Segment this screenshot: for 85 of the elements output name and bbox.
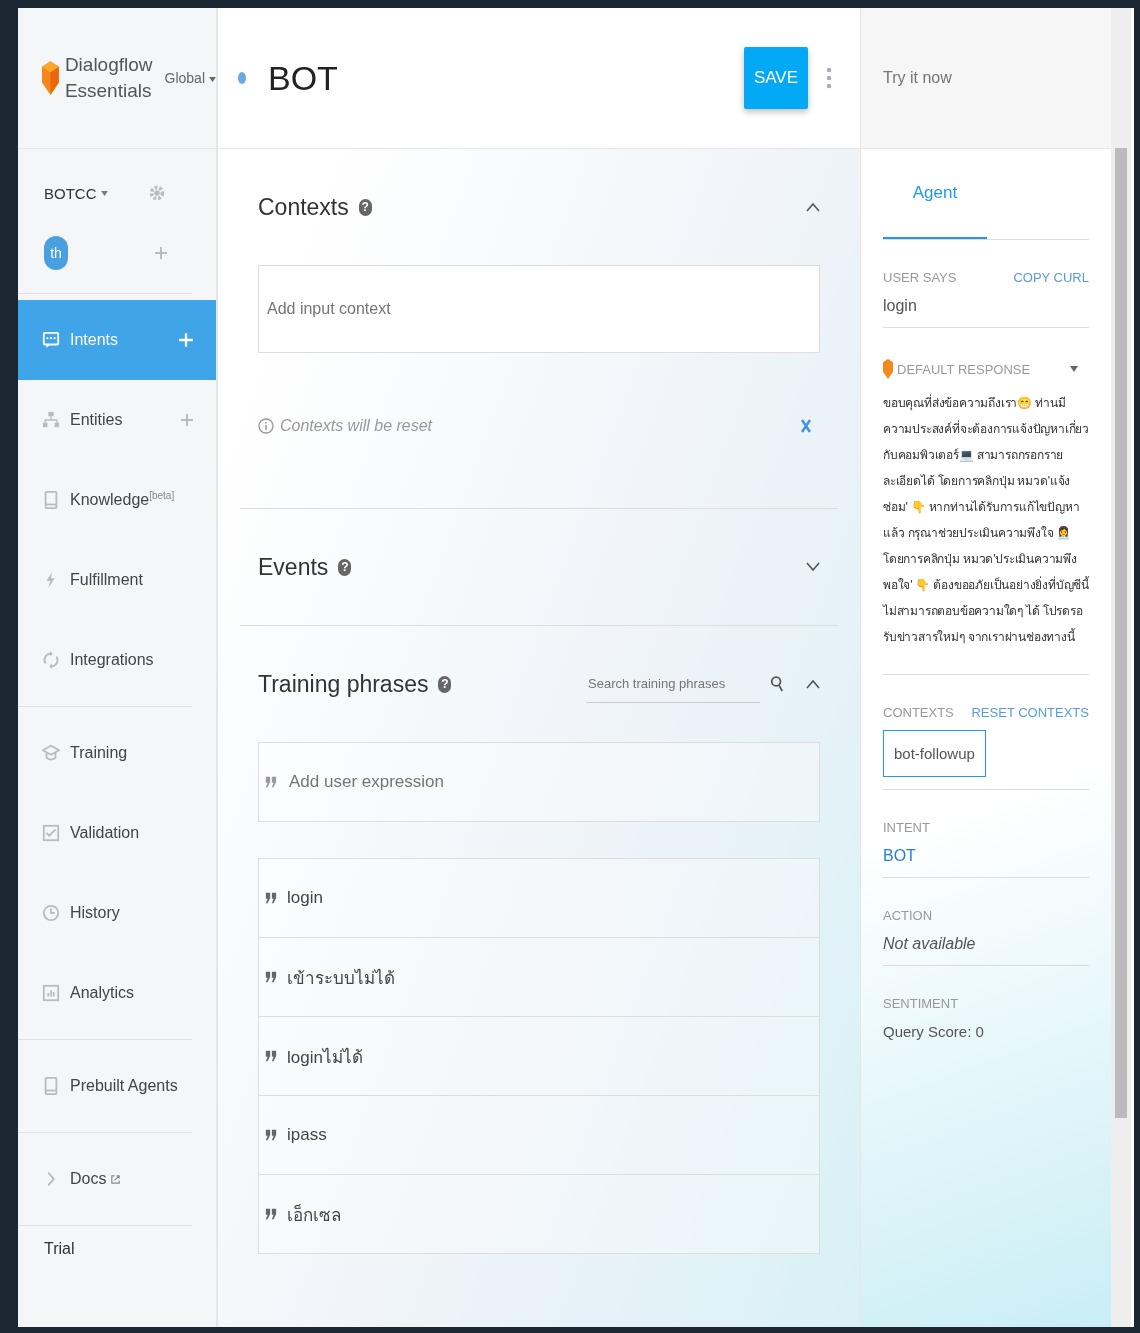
sidebar-label: Intents: [70, 331, 119, 349]
sync-icon: [42, 650, 60, 670]
logo-icon: [883, 358, 893, 380]
help-icon[interactable]: ?: [438, 675, 452, 693]
caret-icon: [209, 76, 216, 82]
cap-icon: [42, 743, 60, 763]
training-phrase[interactable]: เข้าระบบไม่ได้: [287, 963, 395, 991]
field-label: DEFAULT RESPONSE: [897, 361, 1031, 377]
help-icon[interactable]: ?: [358, 198, 372, 216]
quote-icon: [265, 971, 277, 983]
sidebar-label: Analytics: [70, 984, 135, 1002]
add-icon[interactable]: [180, 413, 194, 427]
quote-icon: [265, 1050, 277, 1062]
context-input[interactable]: Add input context: [258, 265, 820, 353]
info-icon: [258, 417, 274, 434]
sidebar-item[interactable]: Validation: [18, 793, 216, 873]
add-language-button[interactable]: [154, 246, 168, 260]
response-text: ขอบคุณที่ส่งข้อความถึงเรา😁 ท่านมีความประสงค์ที่จะต้องการแจ้งปัญหาเกี่ยวกับคอมพิวเตอร์💻 สามารถกรอกรายละเอียดได้ โดยการคลิกปุ่ม หมวด'แจ้งซ่อม' 👇 หากท่านได้รับการแก้ไขปัญหาแล้ว กรุณาช่วยประเมินความพึงใจ 👩‍💼 โดยการคลิกปุ่ม หมวด'ประเมินความพึงพอใจ' 👇 ต้องขออภัยเป็นอย่างยิ่งที่บัญชีนี้ไม่สามารถตอบข้อความใดๆ ได้ โปรดรอรับข่าวสารใหม่ๆ จากเราผ่านช่องทางนี้: [883, 393, 1089, 646]
sidebar-item[interactable]: Analytics: [18, 953, 216, 1033]
intents-icon: [42, 330, 60, 350]
sidebar-item[interactable]: Entities: [18, 380, 216, 460]
section-title: Events: [258, 553, 329, 581]
field-label: SENTIMENT: [883, 996, 960, 1011]
intent-link[interactable]: BOT: [883, 847, 1089, 865]
sidebar-label: Prebuilt Agents: [70, 1077, 178, 1095]
sidebar-item[interactable]: Training: [18, 713, 216, 793]
sidebar-label: History: [70, 904, 120, 922]
sidebar-label: Fulfillment: [70, 571, 143, 589]
field-label: CONTEXTS: [883, 705, 954, 720]
training-phrase[interactable]: เอ็กเซล: [287, 1200, 341, 1228]
chevron-icon[interactable]: [806, 562, 820, 572]
agent-dropdown[interactable]: BOTCC: [44, 184, 108, 202]
more-icon[interactable]: [826, 66, 832, 90]
sidebar-label: Training: [70, 744, 128, 762]
expression-input[interactable]: Add user expression: [287, 771, 813, 793]
brand-name: Essentials: [64, 79, 153, 103]
training-phrase[interactable]: ipass: [287, 1125, 327, 1145]
sidebar-item[interactable]: Fulfillment: [18, 540, 216, 620]
context-chip: bot-followup: [883, 730, 986, 777]
quote-icon: [265, 892, 277, 904]
brand-name: Dialogflow: [64, 53, 153, 78]
sidebar-item[interactable]: Knowledge$^{[beta]}$: [18, 460, 216, 540]
chevron-icon[interactable]: [806, 202, 820, 212]
clock-icon: [42, 903, 60, 923]
check-icon: [42, 823, 60, 843]
sidebar-label: Docs: [70, 1170, 107, 1188]
sidebar-item[interactable]: Prebuilt Agents: [18, 1046, 216, 1126]
caret-icon: [100, 190, 108, 196]
book-icon: [42, 490, 60, 510]
action-value: Not available: [883, 935, 977, 953]
scrollbar[interactable]: [1111, 8, 1131, 1327]
section-title: Training phrases: [258, 670, 429, 698]
sidebar-label: Integrations: [70, 651, 154, 669]
intent-title: BOT: [268, 58, 339, 98]
sentiment-value: Query Score: 0: [883, 1023, 985, 1040]
sidebar-label: Validation: [70, 824, 140, 842]
book-icon: [42, 1076, 60, 1096]
sidebar-label: Knowledge$^{[beta]}$: [70, 490, 175, 510]
field-label: USER SAYS: [883, 270, 957, 285]
help-icon[interactable]: ?: [338, 558, 352, 576]
training-phrase[interactable]: login: [287, 888, 323, 908]
search-field[interactable]: Search training phrases: [586, 665, 760, 703]
chevron-icon[interactable]: [806, 679, 820, 689]
training-phrase[interactable]: loginไม่ได้: [287, 1042, 363, 1070]
search-icon[interactable]: [770, 674, 784, 694]
caret-icon[interactable]: [1070, 366, 1079, 372]
quote-icon: [265, 1129, 277, 1141]
expression-field[interactable]: Add user expression: [258, 742, 820, 822]
plan-label: Trial: [43, 1239, 76, 1259]
chart-icon: [42, 983, 60, 1003]
quote-icon: [265, 1208, 277, 1220]
field-label: ACTION: [883, 908, 934, 923]
region-dropdown[interactable]: Global: [164, 70, 216, 86]
user-says-text: login: [883, 297, 918, 315]
notice-text: Contexts will be reset: [280, 416, 433, 435]
try-it-input[interactable]: Try it now: [881, 68, 1092, 88]
quote-icon: [265, 776, 277, 788]
field-label: INTENT: [883, 820, 931, 835]
section-title: Contexts: [258, 193, 349, 221]
sidebar-label: Entities: [70, 411, 123, 429]
sidebar-item[interactable]: Docs: [18, 1139, 216, 1219]
sidebar-item[interactable]: Integrations: [18, 620, 216, 700]
entities-icon: [42, 410, 60, 430]
status-dot: [238, 72, 246, 84]
sidebar-item[interactable]: History: [18, 873, 216, 953]
